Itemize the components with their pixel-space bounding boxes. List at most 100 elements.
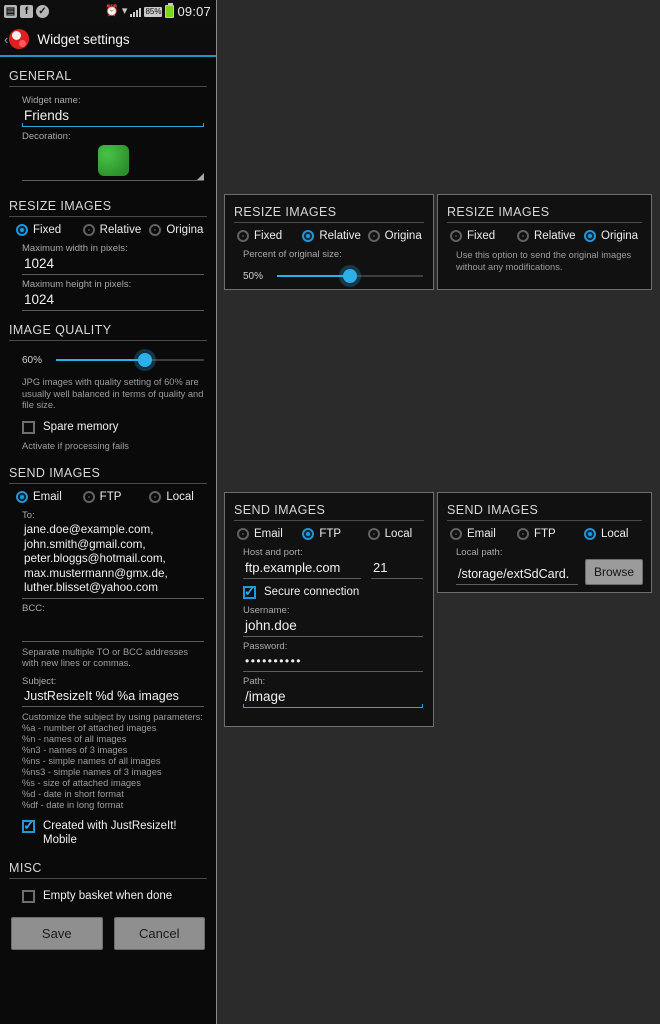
signature-row[interactable]: Created with JustResizeIt! Mobile [0,813,216,849]
phone-window: ▤ f ✓ ⏰ ▾ 85% 09:07 ‹ Widget settings GE… [0,0,217,1024]
dialog-buttons: Save Cancel [0,905,216,964]
decoration-spinner[interactable] [22,145,204,187]
radio-label: Fixed [254,230,283,242]
field-underline [22,123,204,127]
section-title-general: GENERAL [9,69,72,83]
send-mode-radio-group: Email FTP Local [0,488,216,506]
radio-dot-icon [367,528,380,540]
radio-send-local[interactable]: Local [149,491,216,503]
percent-label: Percent of original size: [243,249,342,260]
to-field[interactable]: jane.doe@example.com, john.smith@gmail.c… [22,522,204,599]
checkbox-icon[interactable] [22,420,35,434]
save-button[interactable]: Save [11,916,103,950]
radio-resize-original[interactable]: Origina [584,230,651,242]
secure-connection-label: Secure connection [264,586,360,598]
radio-dot-icon [517,528,529,540]
radio-label: Email [254,528,283,540]
username-field[interactable]: john.doe [243,617,423,637]
quality-slider-row[interactable]: 60% [0,345,216,372]
radio-label: Local [384,528,413,540]
divider [234,520,424,521]
check-circle-icon: ✓ [36,5,49,18]
signal-icon [130,6,142,17]
panel-title: RESIZE IMAGES [234,205,337,219]
max-width-field[interactable]: 1024 [22,255,204,275]
bcc-field[interactable] [22,615,204,642]
subject-label: Subject: [22,675,57,687]
resize-mode-radio-group: Fixed Relative Origina [225,227,433,245]
password-field[interactable]: •••••••••• [243,653,423,672]
radio-resize-fixed[interactable]: Fixed [450,230,517,242]
section-title-send: SEND IMAGES [9,466,101,480]
checkbox-icon[interactable] [22,818,35,833]
radio-label: Relative [99,224,142,236]
radio-send-ftp[interactable]: FTP [517,528,584,540]
widget-name-label: Widget name: [22,95,81,106]
max-width-value: 1024 [24,256,55,271]
local-path-label: Local path: [456,547,503,558]
radio-send-email[interactable]: Email [16,491,83,503]
divider [9,216,207,217]
spare-memory-row[interactable]: Spare memory [0,414,216,436]
path-field[interactable]: /image [243,688,423,708]
radio-resize-relative[interactable]: Relative [82,224,150,236]
browse-button[interactable]: Browse [584,559,643,585]
back-icon[interactable]: ‹ [4,32,8,47]
port-field[interactable]: 21 [371,559,423,579]
widget-name-field[interactable]: Friends [22,107,204,127]
gallery-icon: ▤ [4,5,17,18]
radio-label: Local [601,528,629,540]
radio-dot-icon [237,230,249,242]
radio-resize-original[interactable]: Origina [149,224,216,236]
quality-slider[interactable] [56,352,204,368]
radio-send-local[interactable]: Local [367,528,433,540]
max-width-label: Maximum width in pixels: [22,243,128,254]
spinner-dropdown-icon [197,173,204,180]
radio-dot-icon [302,230,315,242]
radio-dot-icon [16,491,28,503]
local-path-field[interactable]: /storage/extSdCard. [456,566,578,585]
radio-send-local[interactable]: Local [584,528,651,540]
to-label: To: [22,510,35,521]
slider-knob[interactable] [137,353,152,367]
percent-slider[interactable] [277,268,423,284]
max-height-field[interactable]: 1024 [22,291,204,311]
percent-slider-row[interactable]: 50% [225,261,433,288]
section-title-resize: RESIZE IMAGES [9,199,112,213]
radio-resize-fixed[interactable]: Fixed [237,230,302,242]
divider [9,877,207,879]
radio-dot-icon [237,528,249,540]
radio-resize-relative[interactable]: Relative [302,230,367,242]
radio-resize-fixed[interactable]: Fixed [16,224,83,236]
radio-send-ftp[interactable]: FTP [82,491,150,503]
radio-resize-relative[interactable]: Relative [517,230,584,242]
radio-dot-icon [367,230,380,242]
slider-knob[interactable] [343,269,357,283]
radio-dot-icon [584,528,596,540]
quality-hint: JPG images with quality setting of 60% a… [22,377,204,410]
settings-scroll-body[interactable]: GENERAL Widget name: Friends Decoration:… [0,57,216,1024]
empty-basket-row[interactable]: Empty basket when done [0,883,216,905]
subject-parameters-hint: Customize the subject by using parameter… [22,711,203,810]
subject-field[interactable]: JustResizeIt %d %a images [22,688,204,707]
status-bar-left-icons: ▤ f ✓ [4,5,49,18]
empty-basket-label: Empty basket when done [43,889,173,902]
panel-send-local: SEND IMAGES Email FTP Local Local path: … [437,492,652,593]
checkbox-icon[interactable] [243,584,256,599]
radio-dot-icon [82,224,95,236]
radio-dot-icon [82,491,95,503]
field-underline [243,578,361,579]
app-logo-icon [9,29,30,49]
radio-resize-original[interactable]: Origina [367,230,433,242]
radio-send-email[interactable]: Email [450,528,517,540]
host-field[interactable]: ftp.example.com [243,559,361,579]
radio-send-email[interactable]: Email [237,528,302,540]
max-height-label: Maximum height in pixels: [22,279,132,290]
secure-connection-row[interactable]: Secure connection [225,579,433,601]
password-value: •••••••••• [245,654,303,668]
radio-label: Fixed [467,230,496,242]
cancel-button[interactable]: Cancel [113,916,205,950]
radio-send-ftp[interactable]: FTP [302,528,367,540]
checkbox-icon[interactable] [22,889,35,903]
radio-dot-icon [450,230,462,242]
